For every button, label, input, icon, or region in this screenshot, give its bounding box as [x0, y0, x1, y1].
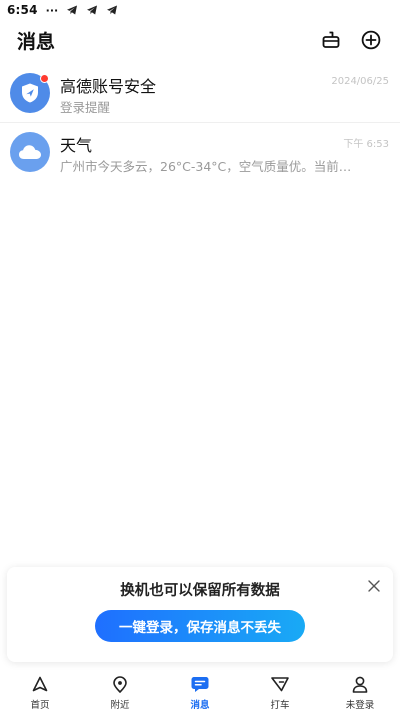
message-item-weather[interactable]: 天气 广州市今天多云，26°C-34°C，空气质量优。当前气温27°C 下午 6… [0, 122, 400, 180]
tab-taxi[interactable]: 打车 [240, 671, 320, 711]
taxi-flag-icon [271, 677, 289, 692]
add-button[interactable] [360, 29, 382, 51]
message-title: 天气 [60, 135, 93, 155]
chat-bubble-icon [191, 676, 209, 692]
status-bar: 6:54 ··· [0, 0, 400, 20]
plus-circle-icon [361, 30, 381, 50]
bottom-tab-bar: 首页 附近 消息 打车 未登录 [0, 671, 400, 711]
status-time: 6:54 [7, 3, 38, 17]
one-tap-login-button[interactable]: 一键登录，保存消息不丢失 [95, 610, 305, 642]
message-item-account-security[interactable]: 高德账号安全 登录提醒 2024/06/25 [0, 64, 400, 122]
tab-nearby[interactable]: 附近 [80, 671, 160, 711]
telegram-notification-icon [67, 5, 78, 15]
page-header: 消息 [0, 20, 400, 60]
cloud-icon [19, 144, 41, 159]
cleanup-button[interactable] [320, 29, 342, 51]
login-prompt-title: 换机也可以保留所有数据 [120, 583, 280, 599]
avatar [10, 73, 50, 113]
tab-home[interactable]: 首页 [0, 671, 80, 711]
message-preview: 广州市今天多云，26°C-34°C，空气质量优。当前气温27°C [60, 158, 360, 174]
navigation-arrow-icon [32, 676, 48, 692]
telegram-notification-icon [107, 5, 118, 15]
message-preview: 登录提醒 [60, 100, 111, 115]
tab-profile[interactable]: 未登录 [320, 671, 400, 711]
unread-badge [40, 74, 49, 83]
message-list: 高德账号安全 登录提醒 2024/06/25 天气 广州市今天多云，26°C-3… [0, 64, 400, 180]
tab-label: 消息 [190, 700, 210, 711]
message-time: 2024/06/25 [331, 76, 389, 87]
login-prompt-card: 换机也可以保留所有数据 一键登录，保存消息不丢失 [7, 567, 393, 662]
message-title: 高德账号安全 [60, 77, 157, 96]
tab-label: 打车 [270, 700, 290, 711]
close-icon[interactable] [368, 580, 380, 592]
page-title: 消息 [17, 30, 56, 53]
tab-label: 附近 [110, 700, 130, 711]
location-pin-icon [113, 675, 127, 693]
shield-icon [22, 83, 38, 103]
tab-label: 首页 [30, 700, 50, 711]
status-more-dots: ··· [45, 3, 59, 17]
avatar [10, 131, 50, 172]
tab-label: 未登录 [345, 700, 375, 711]
message-time: 下午 6:53 [343, 139, 389, 150]
broom-icon [322, 31, 340, 48]
user-icon [352, 676, 368, 693]
telegram-notification-icon [87, 5, 98, 15]
tab-messages[interactable]: 消息 [160, 671, 240, 711]
